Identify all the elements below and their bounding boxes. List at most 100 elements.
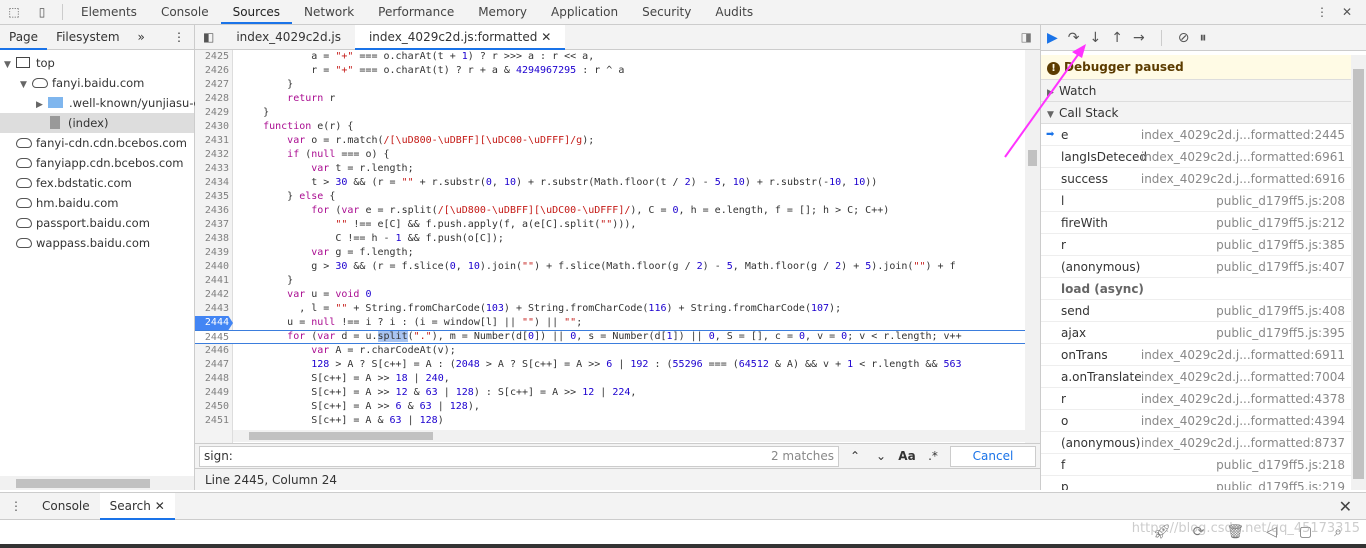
frame-location[interactable]: public_d179ff5.js:407 bbox=[1216, 256, 1345, 278]
tab-security[interactable]: Security bbox=[630, 0, 703, 24]
frame-location[interactable]: public_d179ff5.js:395 bbox=[1216, 322, 1345, 344]
line-number[interactable]: 2434 bbox=[195, 176, 233, 190]
call-frame[interactable]: l public_d179ff5.js:208 bbox=[1041, 190, 1351, 212]
line-number[interactable]: 2446 bbox=[195, 344, 233, 358]
tree-item[interactable]: hm.baidu.com bbox=[0, 193, 194, 213]
line-number[interactable]: 2428 bbox=[195, 92, 233, 106]
tree-item[interactable]: ▶ .well-known/yunjiasu-cgi/ bbox=[0, 93, 214, 113]
call-frame[interactable]: ➡ e index_4029c2d.j...formatted:2445 bbox=[1041, 124, 1351, 146]
drawer-menu-icon[interactable]: ⋮ bbox=[0, 499, 32, 513]
tree-item[interactable]: fanyiapp.cdn.bcebos.com bbox=[0, 153, 194, 173]
tree-item[interactable]: ▼ top bbox=[0, 53, 194, 73]
line-number[interactable]: 2425 bbox=[195, 50, 233, 64]
toggle-navigator-icon[interactable]: ◧ bbox=[195, 30, 222, 44]
call-frame[interactable]: a.onTranslate index_4029c2d.j...formatted… bbox=[1041, 366, 1351, 388]
device-toolbar-icon[interactable]: ▯ bbox=[28, 0, 56, 24]
tab-filesystem[interactable]: Filesystem bbox=[47, 25, 128, 50]
cancel-button[interactable]: Cancel bbox=[950, 445, 1036, 467]
frame-location[interactable]: public_d179ff5.js:212 bbox=[1216, 212, 1345, 234]
toggle-debugger-icon[interactable]: ◨ bbox=[1021, 30, 1040, 44]
call-frame[interactable]: p public_d179ff5.js:219 bbox=[1041, 476, 1351, 490]
line-number[interactable]: 2431 bbox=[195, 134, 233, 148]
tab-sources[interactable]: Sources bbox=[220, 0, 293, 24]
line-number[interactable]: 2429 bbox=[195, 106, 233, 120]
pause-on-exceptions-icon[interactable]: ⏸ bbox=[1199, 30, 1206, 46]
drawer-tab-console[interactable]: Console bbox=[32, 493, 100, 520]
line-number[interactable]: 2426 bbox=[195, 64, 233, 78]
tab-performance[interactable]: Performance bbox=[366, 0, 466, 24]
tab-network[interactable]: Network bbox=[292, 0, 366, 24]
frame-location[interactable]: index_4029c2d.j...formatted:8737 bbox=[1141, 432, 1345, 454]
line-number[interactable]: 2430 bbox=[195, 120, 233, 134]
frame-location[interactable]: public_d179ff5.js:208 bbox=[1216, 190, 1345, 212]
line-number[interactable]: 2439 bbox=[195, 246, 233, 260]
frame-location[interactable]: index_4029c2d.j...formatted:2445 bbox=[1141, 124, 1345, 146]
line-number[interactable]: 2445 bbox=[195, 331, 233, 345]
close-icon[interactable]: ✕ bbox=[1342, 5, 1352, 19]
line-number[interactable]: 2432 bbox=[195, 148, 233, 162]
close-drawer-icon[interactable]: ✕ bbox=[1339, 497, 1366, 516]
call-frame[interactable]: (anonymous) index_4029c2d.j...formatted:8… bbox=[1041, 432, 1351, 454]
inspect-element-icon[interactable]: ⬚ bbox=[0, 0, 28, 24]
line-number[interactable]: 2442 bbox=[195, 288, 233, 302]
line-number[interactable]: 2435 bbox=[195, 190, 233, 204]
step-icon[interactable]: → bbox=[1133, 30, 1145, 46]
vertical-scrollbar[interactable] bbox=[1025, 50, 1040, 443]
tab-application[interactable]: Application bbox=[539, 0, 630, 24]
navigator-menu-icon[interactable]: ⋮ bbox=[164, 25, 194, 50]
call-frame[interactable]: (anonymous) public_d179ff5.js:407 bbox=[1041, 256, 1351, 278]
next-match-icon[interactable]: ⌄ bbox=[871, 449, 891, 463]
match-case-button[interactable]: Aa bbox=[897, 449, 917, 463]
editor-tab[interactable]: index_4029c2d.js bbox=[222, 25, 355, 50]
call-frame[interactable]: o index_4029c2d.j...formatted:4394 bbox=[1041, 410, 1351, 432]
frame-location[interactable]: index_4029c2d.j...formatted:6911 bbox=[1141, 344, 1345, 366]
call-frame[interactable]: success index_4029c2d.j...formatted:6916 bbox=[1041, 168, 1351, 190]
call-frame[interactable]: send public_d179ff5.js:408 bbox=[1041, 300, 1351, 322]
tab-page[interactable]: Page bbox=[0, 25, 48, 50]
line-number[interactable]: 2437 bbox=[195, 218, 233, 232]
line-number[interactable]: 2436 bbox=[195, 204, 233, 218]
call-frame[interactable]: r index_4029c2d.j...formatted:4378 bbox=[1041, 388, 1351, 410]
call-frame[interactable]: onTrans index_4029c2d.j...formatted:6911 bbox=[1041, 344, 1351, 366]
watch-section[interactable]: ▶ Watch bbox=[1041, 80, 1351, 102]
line-number[interactable]: 2427 bbox=[195, 78, 233, 92]
line-number[interactable]: 2438 bbox=[195, 232, 233, 246]
call-stack-section[interactable]: ▼ Call Stack bbox=[1041, 102, 1351, 124]
line-number[interactable]: 2448 bbox=[195, 372, 233, 386]
line-number[interactable]: 2449 bbox=[195, 386, 233, 400]
tree-item[interactable]: fanyi-cdn.cdn.bcebos.com bbox=[0, 133, 194, 153]
frame-location[interactable]: public_d179ff5.js:218 bbox=[1216, 454, 1345, 476]
line-number[interactable]: 2443 bbox=[195, 302, 233, 316]
close-tab-icon[interactable]: ✕ bbox=[155, 499, 165, 513]
step-out-icon[interactable]: ↑ bbox=[1111, 30, 1123, 46]
call-frame[interactable]: ajax public_d179ff5.js:395 bbox=[1041, 322, 1351, 344]
frame-location[interactable]: public_d179ff5.js:219 bbox=[1216, 476, 1345, 490]
tree-item[interactable]: wappass.baidu.com bbox=[0, 233, 194, 253]
line-number[interactable]: 2450 bbox=[195, 400, 233, 414]
frame-location[interactable]: index_4029c2d.j...formatted:7004 bbox=[1141, 366, 1345, 388]
line-number[interactable]: 2433 bbox=[195, 162, 233, 176]
vertical-scrollbar[interactable] bbox=[1351, 55, 1366, 490]
frame-location[interactable]: index_4029c2d.j...formatted:4378 bbox=[1141, 388, 1345, 410]
line-number[interactable]: 2440 bbox=[195, 260, 233, 274]
call-frame[interactable]: langIsDeteced index_4029c2d.j...formatted… bbox=[1041, 146, 1351, 168]
more-options-icon[interactable]: ⋮ bbox=[1316, 5, 1328, 19]
call-frame[interactable]: r public_d179ff5.js:385 bbox=[1041, 234, 1351, 256]
line-number[interactable]: 2441 bbox=[195, 274, 233, 288]
breakpoint-marker[interactable]: 2444 bbox=[195, 316, 233, 330]
frame-location[interactable]: public_d179ff5.js:385 bbox=[1216, 234, 1345, 256]
editor-tab-active[interactable]: index_4029c2d.js:formatted ✕ bbox=[354, 24, 566, 50]
deactivate-breakpoints-icon[interactable]: ⊘ bbox=[1178, 30, 1190, 46]
call-frame[interactable]: f public_d179ff5.js:218 bbox=[1041, 454, 1351, 476]
tree-item[interactable]: ▼ fanyi.baidu.com bbox=[0, 73, 194, 93]
tree-item[interactable]: passport.baidu.com bbox=[0, 213, 194, 233]
close-tab-icon[interactable]: ✕ bbox=[541, 30, 551, 44]
line-number[interactable]: 2451 bbox=[195, 414, 233, 428]
more-tabs-icon[interactable]: » bbox=[129, 25, 154, 50]
drawer-tab-search[interactable]: Search ✕ bbox=[99, 492, 175, 520]
horizontal-scrollbar[interactable] bbox=[233, 430, 1025, 442]
line-number[interactable]: 2447 bbox=[195, 358, 233, 372]
frame-location[interactable]: index_4029c2d.j...formatted:6916 bbox=[1141, 168, 1345, 190]
frame-location[interactable]: index_4029c2d.j...formatted:4394 bbox=[1141, 410, 1345, 432]
resume-icon[interactable]: ▶ bbox=[1047, 30, 1058, 46]
